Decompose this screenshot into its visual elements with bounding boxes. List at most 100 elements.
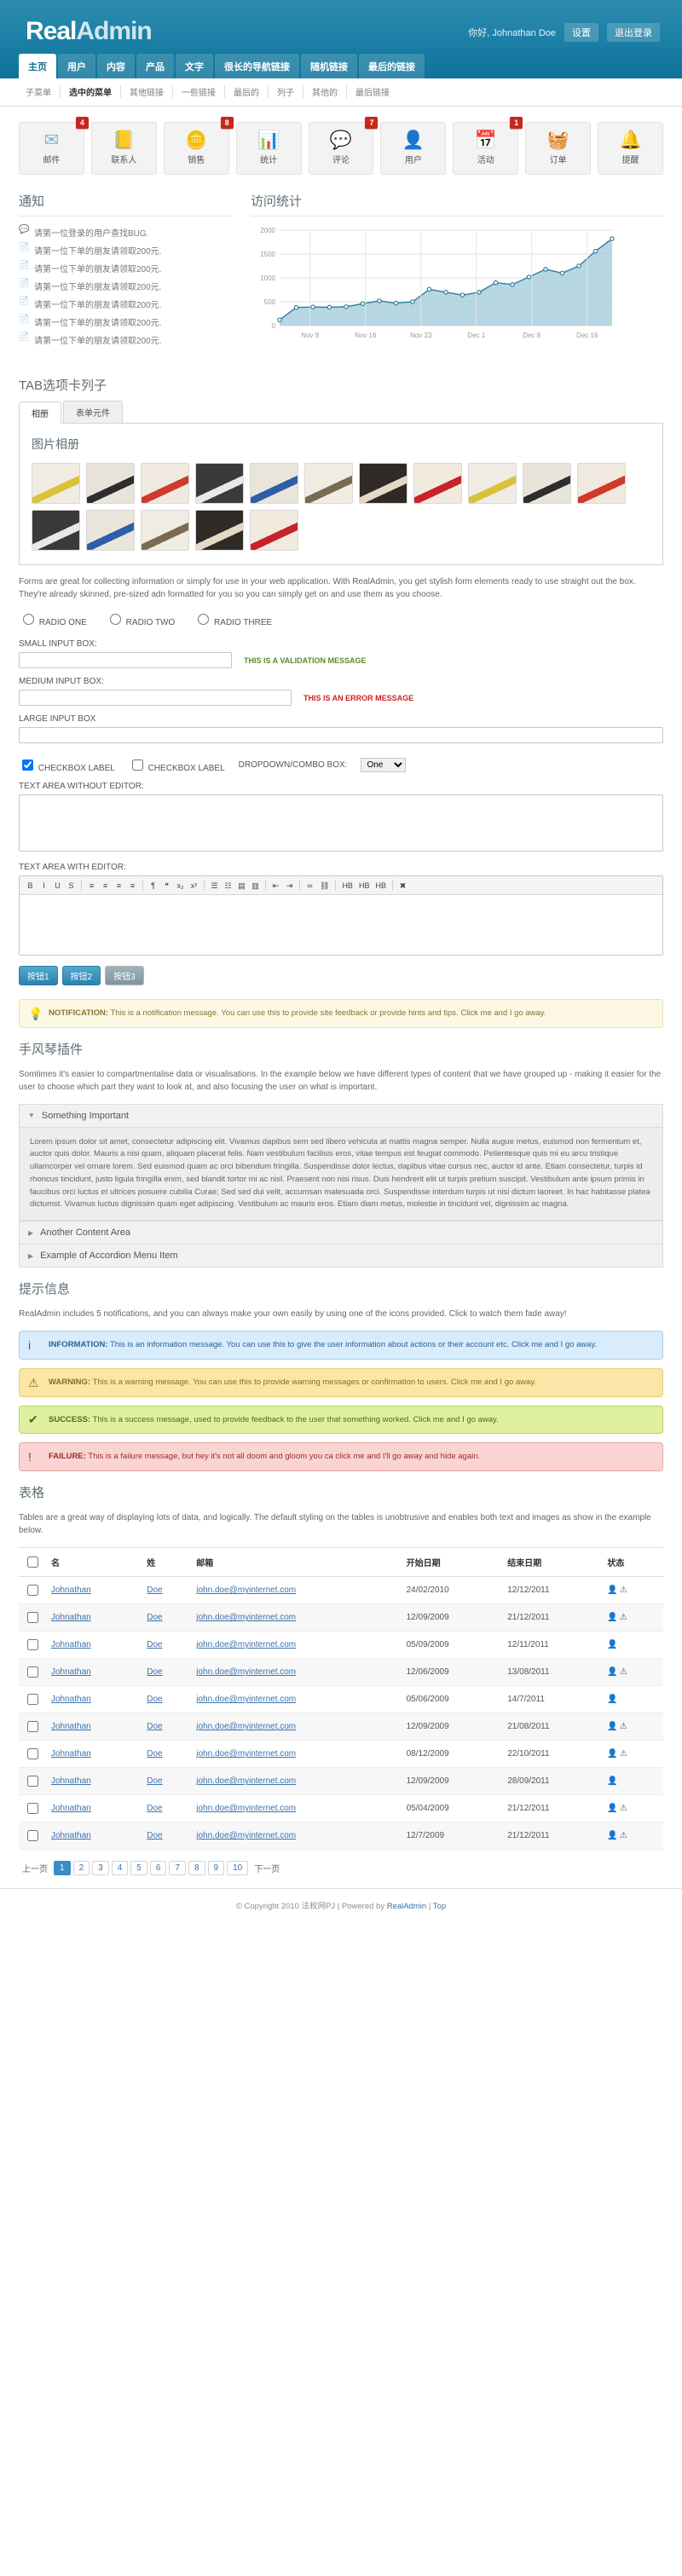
subnav-item-5[interactable]: 列子	[269, 85, 303, 98]
cell-last-name[interactable]: Doe	[147, 1804, 162, 1813]
message-info[interactable]: i INFORMATION: This is an information mes…	[19, 1331, 663, 1360]
message-succ[interactable]: ✔ SUCCESS: This is a success message, use…	[19, 1405, 663, 1435]
gallery-thumb[interactable]	[141, 463, 189, 504]
cell-first-name[interactable]: Johnathan	[51, 1749, 91, 1759]
pager-page-5[interactable]: 5	[130, 1861, 147, 1876]
pager-page-1[interactable]: 1	[54, 1861, 71, 1876]
pager-page-4[interactable]: 4	[111, 1861, 129, 1876]
editor-btn-2-2[interactable]: x₂	[174, 879, 187, 892]
cell-email[interactable]: john.doe@myinternet.com	[196, 1667, 296, 1677]
cell-email[interactable]: john.doe@myinternet.com	[196, 1776, 296, 1786]
radio-input-2[interactable]	[198, 614, 210, 625]
tile-提醒[interactable]: 🔔 提醒	[598, 122, 664, 175]
cell-last-name[interactable]: Doe	[147, 1722, 162, 1731]
editor-btn-3-0[interactable]: ☰	[208, 879, 221, 892]
editor-btn-0-3[interactable]: S	[65, 879, 78, 892]
row-checkbox[interactable]	[27, 1721, 38, 1733]
editor-btn-1-1[interactable]: ≡	[99, 879, 112, 892]
subnav-item-6[interactable]: 其他的	[303, 85, 347, 98]
subnav-item-2[interactable]: 其他链接	[121, 85, 173, 98]
form-button-0[interactable]: 按钮1	[19, 966, 58, 985]
gallery-thumb[interactable]	[577, 463, 626, 504]
pager-page-7[interactable]: 7	[169, 1861, 186, 1876]
cell-first-name[interactable]: Johnathan	[51, 1722, 91, 1731]
row-checkbox[interactable]	[27, 1694, 38, 1706]
gallery-thumb[interactable]	[32, 463, 80, 504]
logout-link[interactable]: 退出登录	[607, 23, 660, 42]
brand-link[interactable]: RealAdmin	[387, 1902, 426, 1911]
accordion-header-2[interactable]: ▶ Example of Accordion Menu Item	[19, 1245, 663, 1268]
cell-last-name[interactable]: Doe	[147, 1585, 162, 1595]
gallery-thumb[interactable]	[195, 463, 244, 504]
row-checkbox[interactable]	[27, 1666, 38, 1678]
nav-item-1[interactable]: 用户	[58, 54, 95, 78]
gallery-thumb[interactable]	[250, 463, 298, 504]
cell-email[interactable]: john.doe@myinternet.com	[196, 1722, 296, 1731]
row-checkbox[interactable]	[27, 1612, 38, 1624]
subnav-item-3[interactable]: 一些链接	[173, 85, 225, 98]
row-checkbox[interactable]	[27, 1748, 38, 1760]
editor-btn-7-0[interactable]: ✖	[396, 879, 409, 892]
accordion-header-0[interactable]: ▼ Something Important	[19, 1103, 663, 1128]
editor-btn-0-0[interactable]: B	[24, 879, 37, 892]
editor-btn-3-3[interactable]: ▥	[249, 879, 262, 892]
cell-first-name[interactable]: Johnathan	[51, 1585, 91, 1595]
editor-btn-5-1[interactable]: ⛓	[317, 879, 332, 892]
editor-btn-0-1[interactable]: I	[38, 879, 50, 892]
editor-btn-6-1[interactable]: HB	[356, 879, 373, 892]
cell-email[interactable]: john.doe@myinternet.com	[196, 1804, 296, 1813]
pager-page-10[interactable]: 10	[227, 1861, 249, 1876]
nav-item-7[interactable]: 最后的链接	[359, 54, 425, 78]
gallery-thumb[interactable]	[523, 463, 571, 504]
nav-item-2[interactable]: 内容	[97, 54, 135, 78]
tile-销售[interactable]: 🪙 销售 8	[163, 117, 234, 175]
pager-page-3[interactable]: 3	[92, 1861, 109, 1876]
medium-input[interactable]	[19, 690, 292, 706]
editor-btn-6-2[interactable]: HB	[373, 879, 389, 892]
subnav-item-4[interactable]: 最后的	[225, 85, 269, 98]
plain-textarea[interactable]	[19, 794, 663, 852]
pager-prev[interactable]: 上一页	[19, 1860, 51, 1876]
tile-联系人[interactable]: 📒 联系人	[90, 122, 157, 175]
editor-btn-2-0[interactable]: ¶	[147, 879, 159, 892]
small-input[interactable]	[19, 652, 232, 668]
subnav-item-1[interactable]: 选中的菜单	[61, 85, 121, 98]
cell-last-name[interactable]: Doe	[147, 1667, 162, 1677]
editor-btn-1-3[interactable]: ≡	[126, 879, 139, 892]
row-checkbox[interactable]	[27, 1639, 38, 1651]
editor-btn-4-0[interactable]: ⇤	[269, 879, 282, 892]
gallery-thumb[interactable]	[86, 463, 135, 504]
cell-last-name[interactable]: Doe	[147, 1613, 162, 1622]
radio-option-0[interactable]: RADIO ONE	[19, 614, 87, 627]
cell-email[interactable]: john.doe@myinternet.com	[196, 1585, 296, 1595]
row-checkbox[interactable]	[27, 1776, 38, 1788]
checkbox-two-wrap[interactable]: CHECKBOX LABEL	[129, 757, 225, 773]
form-button-1[interactable]: 按钮2	[61, 966, 101, 985]
cell-email[interactable]: john.doe@myinternet.com	[196, 1640, 296, 1649]
editor-btn-2-1[interactable]: ❝	[160, 879, 173, 892]
accordion-header-1[interactable]: ▶ Another Content Area	[19, 1221, 663, 1245]
top-link[interactable]: Top	[433, 1902, 446, 1911]
tile-订单[interactable]: 🧺 订单	[525, 122, 592, 175]
gallery-thumb[interactable]	[141, 510, 189, 551]
select-all-checkbox[interactable]	[27, 1557, 38, 1568]
pager-page-6[interactable]: 6	[149, 1861, 167, 1876]
gallery-thumb[interactable]	[468, 463, 517, 504]
message-fail[interactable]: ! FAILURE: This is a failure message, but…	[19, 1442, 663, 1472]
logo[interactable]: RealAdmin	[26, 17, 153, 46]
checkbox-one[interactable]	[22, 760, 33, 771]
radio-input-0[interactable]	[23, 614, 34, 625]
editor-btn-1-0[interactable]: ≡	[85, 879, 98, 892]
pager-page-2[interactable]: 2	[72, 1861, 90, 1876]
nav-item-6[interactable]: 随机链接	[301, 54, 357, 78]
message-warn[interactable]: ⚠ WARNING: This is a warning message. You…	[19, 1367, 663, 1397]
gallery-thumb[interactable]	[304, 463, 353, 504]
tile-活动[interactable]: 📅 活动 1	[453, 117, 523, 175]
subnav-item-7[interactable]: 最后链接	[347, 85, 398, 98]
row-checkbox[interactable]	[27, 1803, 38, 1815]
gallery-thumb[interactable]	[250, 510, 298, 551]
tile-邮件[interactable]: ✉ 邮件 4	[19, 117, 89, 175]
gallery-thumb[interactable]	[32, 510, 80, 551]
nav-item-5[interactable]: 很长的导航链接	[215, 54, 299, 78]
radio-option-2[interactable]: RADIO THREE	[194, 614, 272, 627]
